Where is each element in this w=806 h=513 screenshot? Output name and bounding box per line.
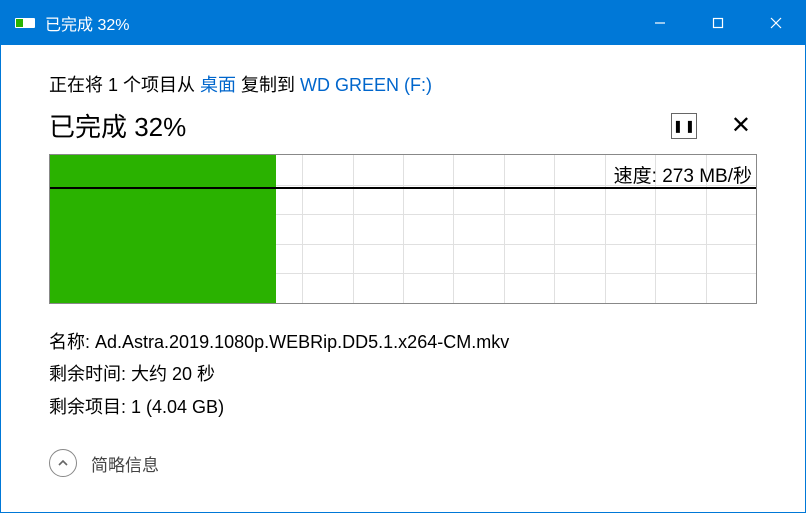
progress-status: 已完成 32%: [49, 107, 671, 144]
window-title: 已完成 32%: [45, 11, 631, 35]
speed-label: 速度: 273 MB/秒: [614, 161, 752, 188]
speed-graph: 速度: 273 MB/秒: [49, 154, 757, 304]
source-link[interactable]: 桌面: [200, 75, 236, 95]
copy-progress-icon: [15, 16, 35, 30]
file-copy-window: 已完成 32% 正在将 1 个项目从 桌面 复制到 WD GREEN (F:) …: [0, 0, 806, 513]
progress-row: 已完成 32% ❚❚ ✕: [49, 107, 757, 144]
window-controls: [631, 1, 805, 45]
graph-lower-fill: [50, 155, 276, 303]
pause-button[interactable]: ❚❚: [671, 113, 697, 139]
collapse-toggle[interactable]: [49, 449, 77, 477]
detail-time: 剩余时间: 大约 20 秒: [49, 358, 757, 390]
titlebar: 已完成 32%: [1, 1, 805, 45]
chevron-up-icon: [57, 457, 69, 469]
details-block: 名称: Ad.Astra.2019.1080p.WEBRip.DD5.1.x26…: [49, 326, 757, 423]
destination-link[interactable]: WD GREEN (F:): [300, 75, 432, 95]
minimize-button[interactable]: [631, 1, 689, 45]
close-button[interactable]: [747, 1, 805, 45]
content-area: 正在将 1 个项目从 桌面 复制到 WD GREEN (F:) 已完成 32% …: [1, 45, 805, 512]
copy-prefix: 正在将 1 个项目从: [49, 75, 200, 95]
copy-mid: 复制到: [236, 75, 300, 95]
detail-items: 剩余项目: 1 (4.04 GB): [49, 391, 757, 423]
collapse-label[interactable]: 简略信息: [91, 451, 159, 476]
detail-name: 名称: Ad.Astra.2019.1080p.WEBRip.DD5.1.x26…: [49, 326, 757, 358]
footer-row: 简略信息: [49, 449, 757, 477]
maximize-button[interactable]: [689, 1, 747, 45]
cancel-button[interactable]: ✕: [725, 114, 757, 138]
copy-description: 正在将 1 个项目从 桌面 复制到 WD GREEN (F:): [49, 71, 757, 97]
